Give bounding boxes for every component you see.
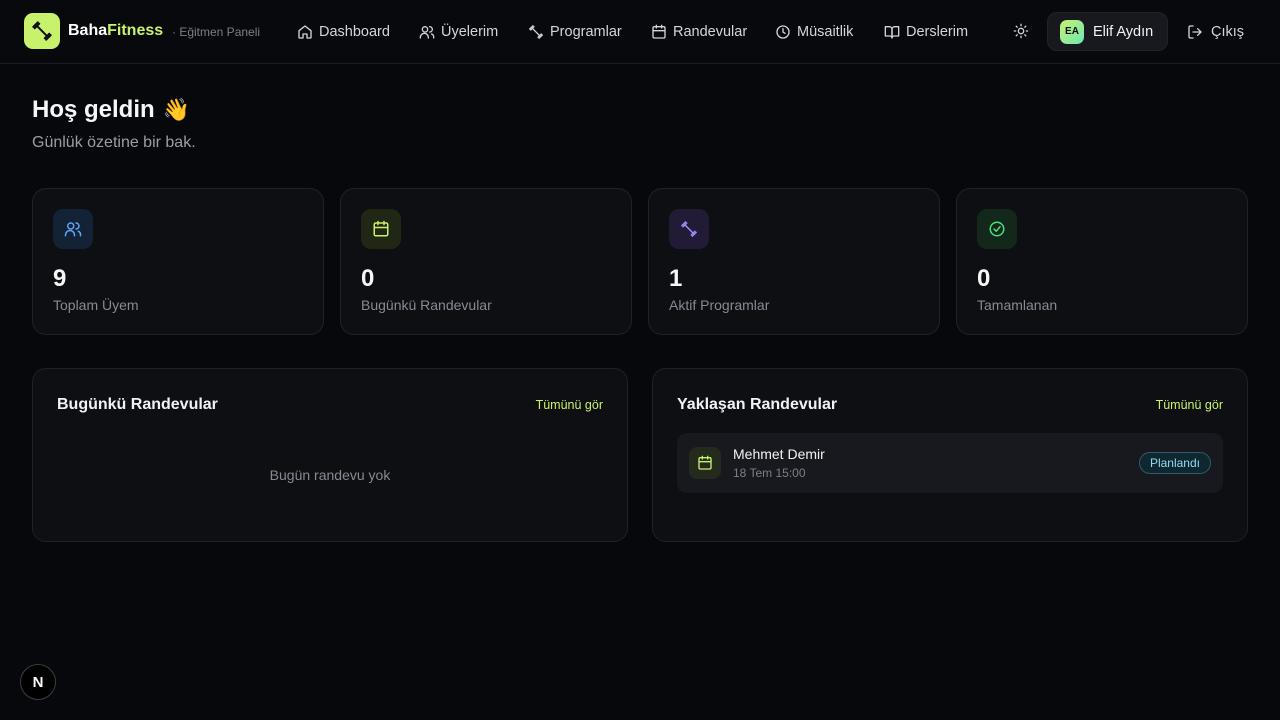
stat-value: 0	[977, 265, 991, 292]
stat-card-active-programs: 1 Aktif Programlar	[648, 188, 940, 335]
calendar-icon	[373, 220, 389, 237]
view-all-link[interactable]: Tümünü gör	[536, 398, 603, 412]
nav-item-label: Üyelerim	[441, 24, 499, 40]
home-icon	[298, 25, 312, 39]
stat-value: 9	[53, 265, 67, 292]
clock-icon	[776, 25, 790, 39]
stat-card-completed: 0 Tamamlanan	[956, 188, 1248, 335]
users-icon	[64, 222, 82, 237]
sun-icon	[1013, 23, 1029, 39]
appointment-time: 18 Tem 15:00	[733, 466, 806, 480]
logout-label: Çıkış	[1211, 24, 1245, 40]
stat-icon-box	[361, 209, 401, 249]
top-navbar: BahaFitness · Eğitmen Paneli Dashboard Ü…	[0, 0, 1280, 64]
stat-value: 1	[669, 265, 683, 292]
logo[interactable]	[24, 13, 60, 49]
nav-item-label: Derslerim	[906, 24, 969, 40]
appointment-member-name: Mehmet Demir	[733, 446, 825, 462]
users-icon	[419, 26, 435, 39]
panel-title: Yaklaşan Randevular	[677, 396, 838, 413]
nav-item-label: Programlar	[550, 24, 622, 40]
dumbbell-icon	[681, 221, 697, 237]
nav-item-appointments[interactable]: Randevular	[651, 20, 747, 44]
theme-toggle-button[interactable]	[1009, 19, 1033, 43]
welcome-text: Hoş geldin	[32, 96, 155, 123]
stat-card-today-appointments: 0 Bugünkü Randevular	[340, 188, 632, 335]
stat-card-members: 9 Toplam Üyem	[32, 188, 324, 335]
stat-icon-box	[669, 209, 709, 249]
nav-item-label: Randevular	[673, 24, 748, 40]
dev-tools-badge[interactable]: N	[20, 664, 56, 700]
stat-icon-box	[977, 209, 1017, 249]
stat-label: Bugünkü Randevular	[361, 297, 492, 313]
nav-item-label: Müsaitlik	[797, 24, 854, 40]
dumbbell-icon	[32, 21, 52, 41]
nav-item-members[interactable]: Üyelerim	[419, 20, 498, 44]
logout-icon	[1188, 25, 1202, 39]
calendar-icon	[652, 24, 666, 39]
status-badge: Planlandı	[1138, 452, 1211, 474]
avatar: EA	[1060, 19, 1084, 44]
user-menu-button[interactable]: EA Elif Aydın	[1047, 12, 1168, 51]
stat-label: Toplam Üyem	[53, 297, 139, 313]
nav-item-dashboard[interactable]: Dashboard	[297, 20, 390, 44]
dumbbell-icon	[529, 25, 543, 39]
page-title: Hoş geldin 👋	[32, 96, 190, 124]
brand-name: BahaFitness	[68, 22, 164, 39]
calendar-icon	[698, 455, 712, 470]
panel-subtitle: · Eğitmen Paneli	[172, 25, 261, 39]
today-appointments-panel: Bugünkü Randevular Tümünü gör Bugün rand…	[32, 368, 628, 542]
wave-emoji: 👋	[162, 97, 191, 122]
nav-item-programs[interactable]: Programlar	[528, 20, 622, 44]
nav-item-lessons[interactable]: Derslerim	[884, 20, 968, 44]
book-icon	[884, 26, 900, 39]
nav-item-availability[interactable]: Müsaitlik	[775, 20, 853, 44]
stat-icon-box	[53, 209, 93, 249]
upcoming-appointments-panel: Yaklaşan Randevular Tümünü gör Mehmet De…	[652, 368, 1248, 542]
appointment-icon-box	[689, 447, 721, 479]
check-circle-icon	[989, 221, 1005, 237]
stat-label: Aktif Programlar	[669, 297, 770, 313]
appointment-item[interactable]: Mehmet Demir 18 Tem 15:00 Planlandı	[677, 433, 1223, 493]
empty-state-message: Bugün randevu yok	[269, 467, 391, 483]
stat-label: Tamamlanan	[977, 297, 1058, 313]
panel-title: Bugünkü Randevular	[57, 396, 218, 413]
user-name: Elif Aydın	[1093, 23, 1154, 40]
nav-item-label: Dashboard	[319, 24, 390, 40]
page-subtitle: Günlük özetine bir bak.	[32, 134, 196, 151]
stat-value: 0	[361, 265, 375, 292]
view-all-link[interactable]: Tümünü gör	[1156, 398, 1223, 412]
logout-button[interactable]: Çıkış	[1187, 20, 1244, 44]
